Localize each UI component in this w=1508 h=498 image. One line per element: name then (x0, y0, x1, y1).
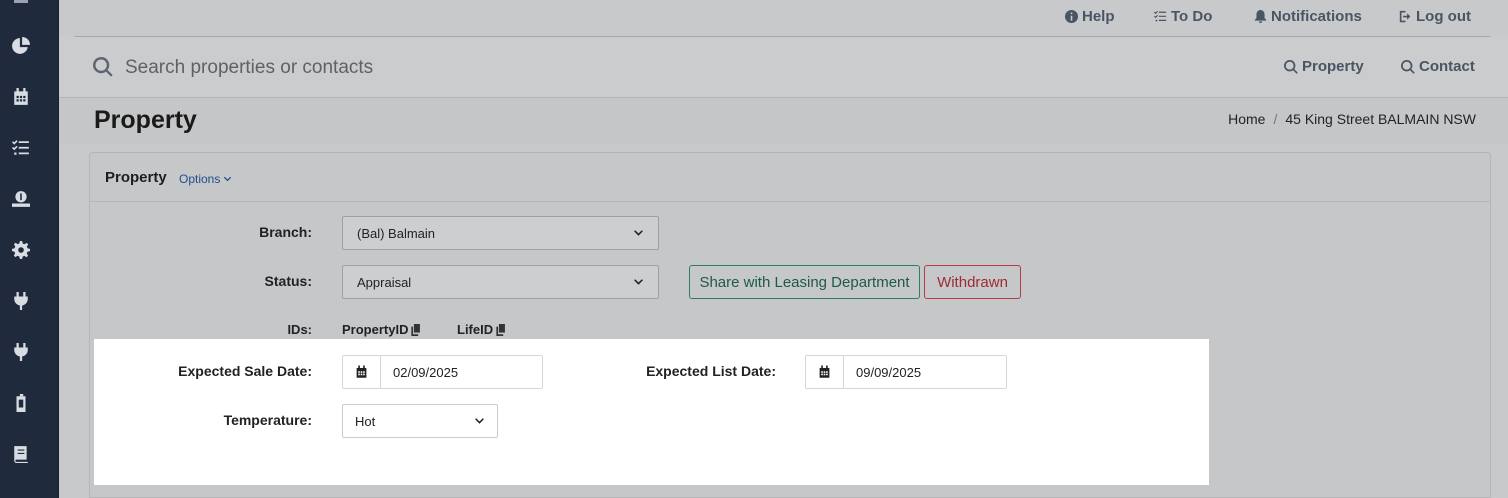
notifications-link[interactable]: Notifications (1254, 8, 1362, 25)
property-id-copy[interactable]: PropertyID (342, 322, 422, 337)
status-select[interactable]: Appraisal (342, 265, 659, 299)
status-select-value: Appraisal (357, 274, 412, 290)
help-label: Help (1082, 8, 1115, 25)
search-icon (93, 57, 113, 82)
expected-list-date-input[interactable] (844, 356, 1004, 388)
chevron-down-icon (634, 278, 643, 285)
todo-link[interactable]: To Do (1154, 8, 1212, 25)
notifications-label: Notifications (1271, 8, 1362, 25)
gear-icon[interactable] (10, 239, 32, 261)
logout-icon (1399, 10, 1411, 23)
todo-label: To Do (1171, 8, 1213, 25)
chevron-down-icon (634, 229, 643, 236)
sidebar (0, 0, 59, 498)
info-icon (1065, 10, 1078, 23)
page-title: Property (94, 106, 197, 134)
logout-label: Log out (1416, 8, 1471, 25)
share-with-leasing-button[interactable]: Share with Leasing Department (689, 265, 920, 299)
page-header: Property Home / 45 King Street BALMAIN N… (59, 98, 1508, 144)
calendar-icon[interactable] (343, 356, 381, 388)
plug-icon[interactable] (10, 341, 32, 363)
withdrawn-button[interactable]: Withdrawn (924, 265, 1021, 299)
expected-list-date-label: Expected List Date: (646, 363, 776, 379)
life-id-label: LifeID (457, 322, 494, 337)
search-tab-property[interactable]: Property (1284, 58, 1364, 75)
sidebar-top-mark (14, 0, 28, 3)
money-hand-icon[interactable] (10, 188, 32, 210)
temperature-select-value: Hot (355, 413, 376, 429)
book-icon[interactable] (10, 443, 32, 465)
bell-icon (1254, 10, 1267, 23)
breadcrumb-separator: / (1273, 111, 1278, 127)
chevron-down-icon (475, 417, 484, 424)
expected-sale-date-label: Expected Sale Date: (178, 363, 312, 379)
search-tab-contact-label: Contact (1419, 58, 1475, 75)
breadcrumb-current: 45 King Street BALMAIN NSW (1285, 111, 1476, 127)
top-utility-bar: Help To Do Notifications Log out (74, 0, 1490, 37)
ids-label: IDs: (287, 322, 312, 337)
search-icon (1284, 59, 1298, 74)
calendar-icon[interactable] (10, 86, 32, 108)
plug-icon[interactable] (10, 290, 32, 312)
property-id-label: PropertyID (342, 322, 409, 337)
options-label: Options (179, 172, 221, 186)
expected-sale-date-input[interactable] (381, 356, 541, 388)
task-list-icon[interactable] (10, 137, 32, 159)
logout-link[interactable]: Log out (1399, 8, 1471, 25)
help-link[interactable]: Help (1065, 8, 1115, 25)
copy-icon (496, 323, 506, 336)
branch-select[interactable]: (Bal) Balmain (342, 216, 659, 250)
mobile-icon[interactable] (10, 392, 32, 414)
card-header: Property Options (90, 153, 1490, 202)
status-label: Status: (264, 273, 312, 289)
calendar-icon[interactable] (806, 356, 844, 388)
chevron-down-icon (224, 176, 232, 181)
branch-label: Branch: (259, 224, 312, 240)
card-title: Property (105, 169, 167, 186)
options-dropdown[interactable]: Options (179, 172, 232, 186)
temperature-label: Temperature: (223, 412, 312, 428)
pie-chart-icon[interactable] (10, 35, 32, 57)
life-id-copy[interactable]: LifeID (457, 322, 507, 337)
branch-select-value: (Bal) Balmain (357, 225, 436, 241)
search-bar: Property Contact (59, 37, 1508, 98)
search-icon (1401, 59, 1415, 74)
temperature-select[interactable]: Hot (342, 404, 498, 438)
breadcrumb-home[interactable]: Home (1228, 111, 1265, 127)
expected-list-date-field[interactable] (805, 355, 1007, 389)
breadcrumb: Home / 45 King Street BALMAIN NSW (1228, 111, 1476, 127)
search-input[interactable] (123, 54, 723, 82)
search-tab-property-label: Property (1302, 58, 1364, 75)
search-tab-contact[interactable]: Contact (1401, 58, 1475, 75)
task-list-icon (1154, 10, 1167, 22)
copy-icon (411, 323, 421, 336)
expected-sale-date-field[interactable] (342, 355, 543, 389)
